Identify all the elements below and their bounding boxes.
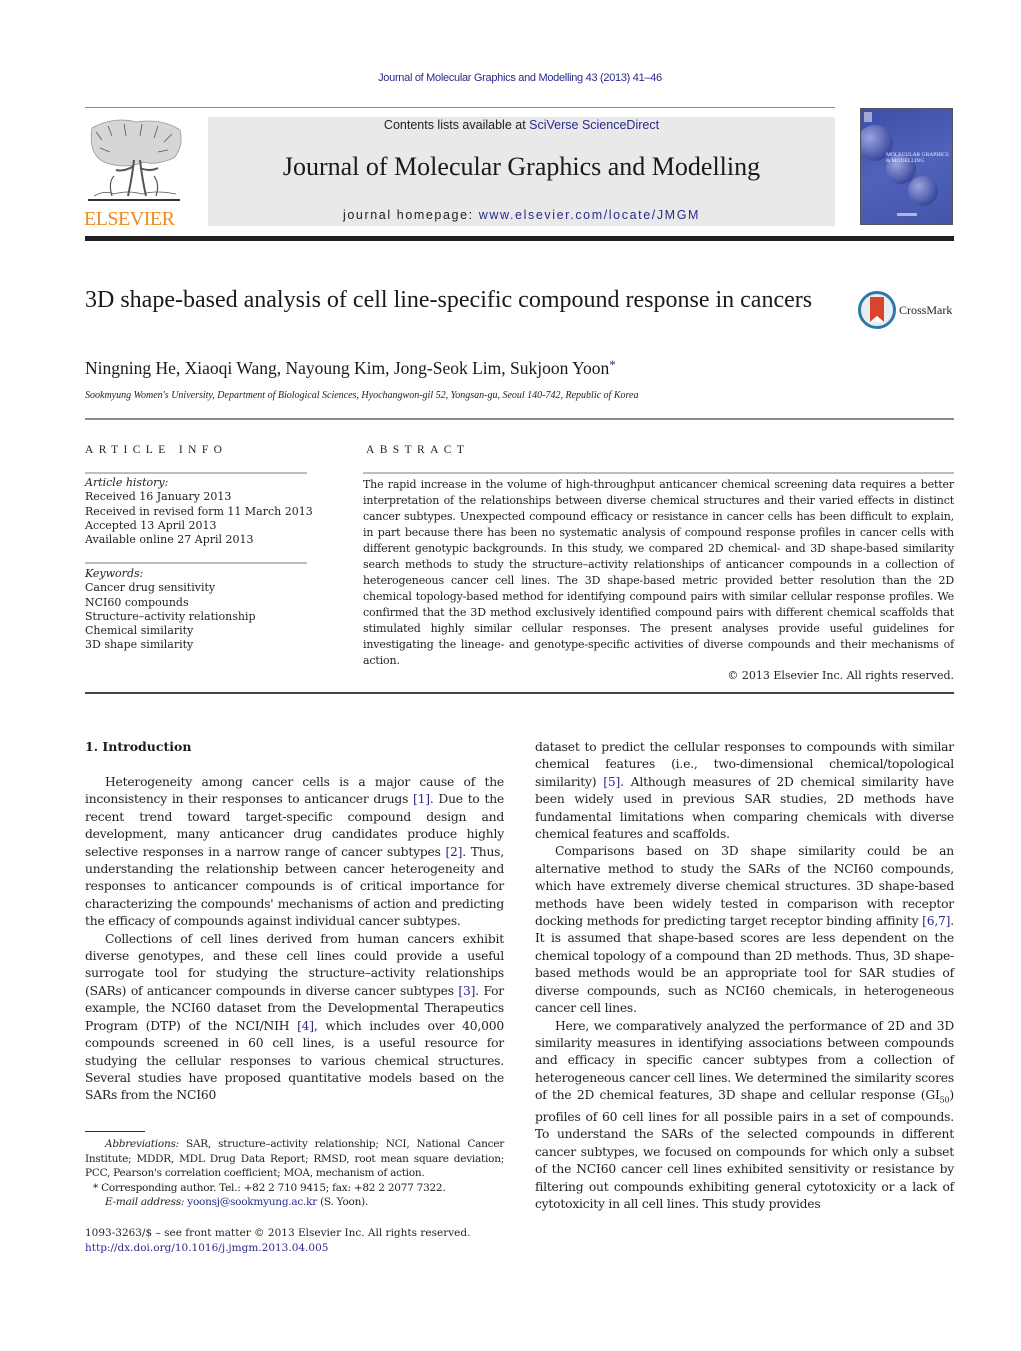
crossmark-icon [858, 291, 896, 329]
elsevier-tree-icon [88, 119, 182, 201]
history-received: Received 16 January 2013 [85, 490, 232, 504]
crossmark-label: CrossMark [899, 302, 953, 317]
email-label: E-mail address: [105, 1196, 185, 1208]
keyword-item: Structure–activity relationship [85, 609, 256, 623]
text-run: Collections of cell lines derived from h… [85, 931, 504, 998]
abstract-divider [85, 692, 954, 694]
journal-masthead: Contents lists available at SciVerse Sci… [208, 117, 835, 226]
history-online: Available online 27 April 2013 [85, 533, 254, 547]
history-accepted: Accepted 13 April 2013 [85, 518, 217, 532]
contents-prefix: Contents lists available at [383, 118, 530, 132]
authors-text: Ningning He, Xiaoqi Wang, Nayoung Kim, J… [85, 358, 610, 378]
affiliation: Sookmyung Women's University, Department… [85, 390, 639, 401]
keyword-item: 3D shape similarity [85, 638, 194, 652]
abbreviations-note: Abbreviations: SAR, structure–activity r… [85, 1137, 504, 1181]
history-label: Article history: [85, 476, 169, 489]
email-suffix: (S. Yoon). [317, 1196, 369, 1208]
citation-link[interactable]: [5] [603, 775, 620, 789]
journal-cover-image[interactable]: MOLECULAR GRAPHICS & MODELLING [860, 108, 953, 225]
paragraph: Comparisons based on 3D shape similarity… [535, 843, 954, 1017]
email-link[interactable]: yoonsj@sookmyung.ac.kr [187, 1196, 317, 1208]
author-list: Ningning He, Xiaoqi Wang, Nayoung Kim, J… [85, 357, 616, 379]
elsevier-logo[interactable]: ELSEVIER [84, 116, 186, 230]
article-history: Article history: Received 16 January 201… [85, 476, 313, 547]
issn-block: 1093-3263/$ – see front matter © 2013 El… [85, 1226, 470, 1256]
paragraph: dataset to predict the cellular response… [535, 739, 954, 843]
citation-link[interactable]: [4] [297, 1019, 314, 1033]
footnotes: Abbreviations: SAR, structure–activity r… [85, 1137, 504, 1210]
email-note: E-mail address: yoonsj@sookmyung.ac.kr (… [85, 1195, 504, 1210]
text-run: Comparisons based on 3D shape similarity… [535, 844, 954, 929]
keyword-item: Chemical similarity [85, 624, 194, 638]
abbreviations-label: Abbreviations: [105, 1138, 179, 1150]
section-title-introduction: 1. Introduction [85, 739, 192, 754]
citation-link[interactable]: [2] [445, 845, 462, 859]
paragraph: Collections of cell lines derived from h… [85, 931, 504, 1105]
history-revised: Received in revised form 11 March 2013 [85, 504, 313, 518]
cover-spheres-icon: MOLECULAR GRAPHICS & MODELLING [861, 112, 949, 216]
corresponding-note: * Corresponding author. Tel.: +82 2 710 … [85, 1181, 504, 1196]
abstract-copyright: © 2013 Elsevier Inc. All rights reserved… [727, 669, 954, 682]
article-info-heading: ARTICLE INFO [85, 444, 228, 456]
keywords-rule [85, 562, 307, 564]
svg-text:& MODELLING: & MODELLING [886, 158, 924, 164]
homepage-link[interactable]: www.elsevier.com/locate/JMGM [479, 208, 700, 222]
issn-line: 1093-3263/$ – see front matter © 2013 El… [85, 1227, 471, 1239]
corresponding-text: Corresponding author. Tel.: +82 2 710 94… [98, 1181, 446, 1194]
doi-link[interactable]: http://dx.doi.org/10.1016/j.jmgm.2013.04… [85, 1241, 470, 1256]
abstract-text: The rapid increase in the volume of high… [363, 478, 954, 667]
citation-link[interactable]: [6,7] [922, 914, 950, 928]
corresponding-author-mark[interactable]: * [609, 357, 616, 372]
keywords-label: Keywords: [85, 567, 144, 580]
text-run: Here, we comparatively analyzed the perf… [535, 1018, 954, 1103]
journal-title: Journal of Molecular Graphics and Modell… [282, 152, 761, 181]
abstract-heading: ABSTRACT [366, 444, 470, 456]
body-column-left: Heterogeneity among cancer cells is a ma… [85, 774, 504, 1105]
citation-link[interactable]: [3] [458, 984, 475, 998]
subscript: 50 [939, 1095, 950, 1105]
article-info-rule [85, 472, 307, 474]
footnote-rule [85, 1131, 145, 1132]
homepage-prefix: journal homepage: [342, 208, 479, 222]
article-title: 3D shape-based analysis of cell line-spe… [85, 287, 813, 313]
elsevier-wordmark: ELSEVIER [84, 208, 175, 230]
text-run: . It is assumed that shape-based scores … [535, 914, 954, 1016]
title-divider [85, 418, 954, 420]
crossmark-badge[interactable]: CrossMark [858, 291, 958, 329]
paragraph: Here, we comparatively analyzed the perf… [535, 1018, 954, 1214]
sciencedirect-link[interactable]: SciVerse ScienceDirect [529, 118, 659, 132]
journal-reference[interactable]: Journal of Molecular Graphics and Modell… [0, 72, 1021, 84]
keyword-item: NCI60 compounds [85, 595, 189, 609]
text-run: ) profiles of 60 cell lines for all poss… [535, 1088, 954, 1212]
header-rule [85, 107, 835, 108]
body-column-right: dataset to predict the cellular response… [535, 739, 954, 1213]
keywords: Keywords: Cancer drug sensitivity NCI60 … [85, 567, 256, 653]
abstract-rule [363, 472, 954, 474]
paragraph: Heterogeneity among cancer cells is a ma… [85, 774, 504, 931]
masthead-divider [85, 236, 954, 241]
citation-link[interactable]: [1] [413, 792, 430, 806]
homepage-line: journal homepage: www.elsevier.com/locat… [208, 208, 835, 222]
contents-line: Contents lists available at SciVerse Sci… [208, 118, 835, 132]
keyword-item: Cancer drug sensitivity [85, 581, 216, 595]
